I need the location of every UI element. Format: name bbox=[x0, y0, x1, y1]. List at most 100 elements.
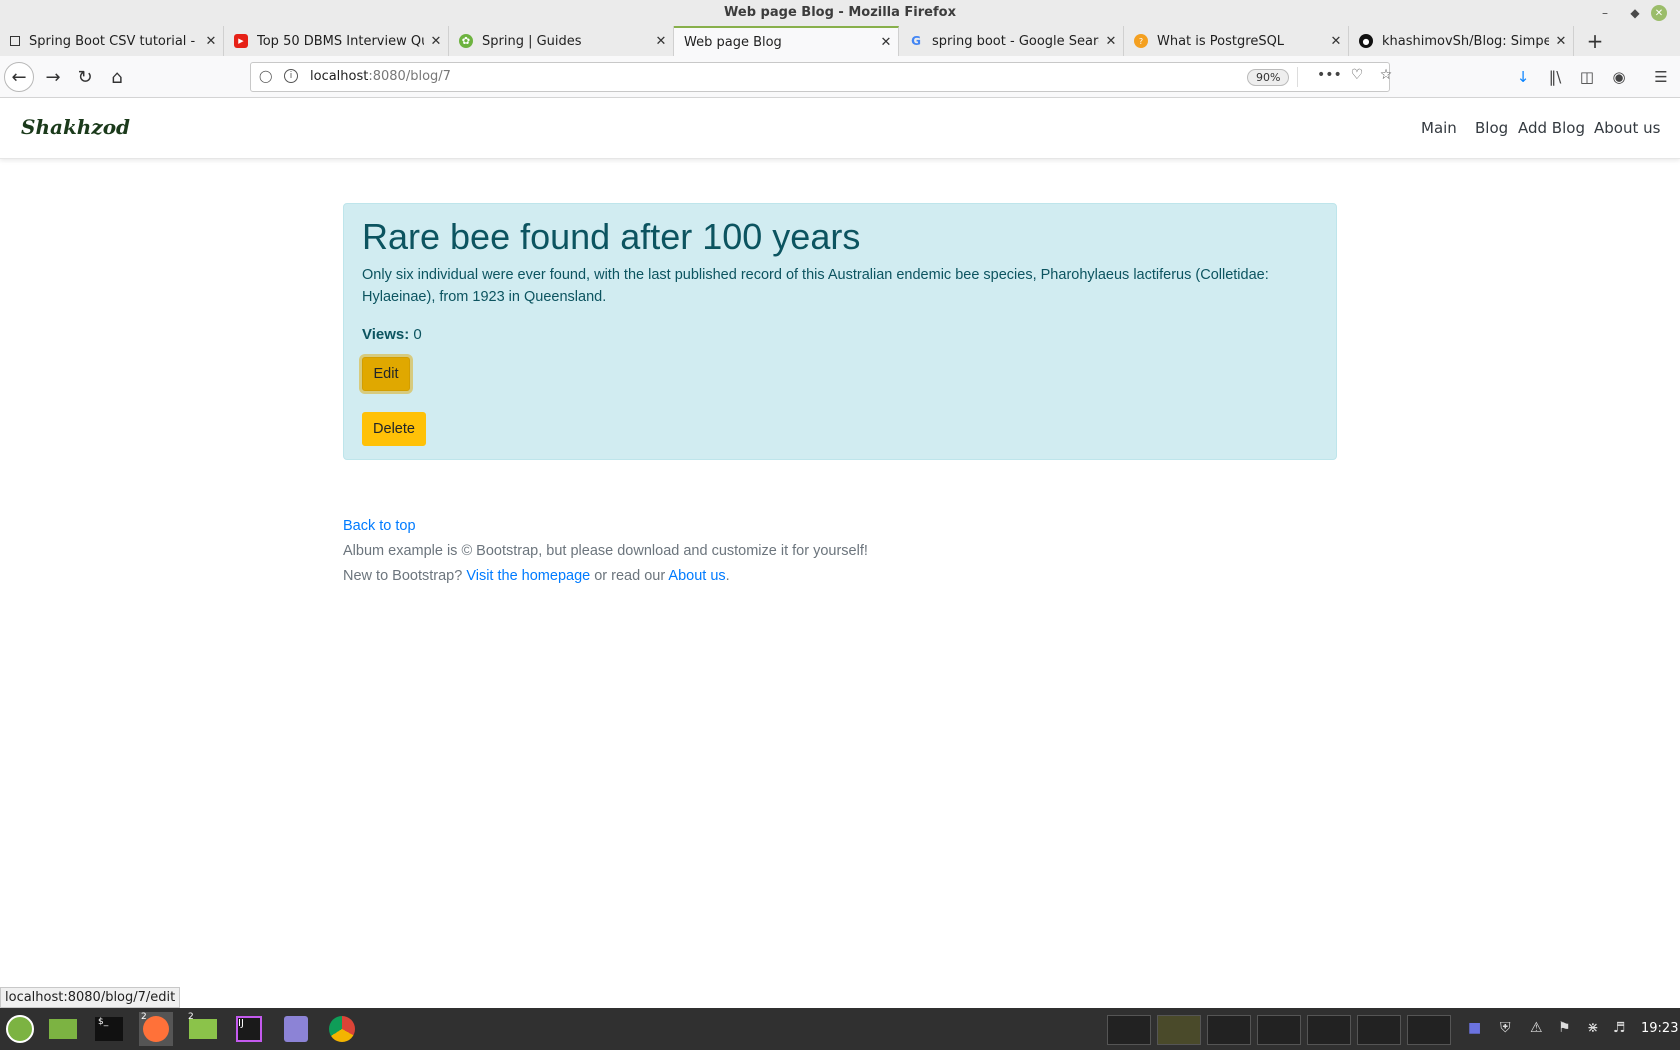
url-path: :8080/blog/7 bbox=[368, 69, 451, 84]
footer-bootstrap-line: New to Bootstrap? Visit the homepage or … bbox=[343, 568, 730, 584]
nav-link-main[interactable]: Main bbox=[1421, 119, 1457, 137]
delete-button[interactable]: Delete bbox=[362, 412, 426, 446]
site-header: Shakhzod Main Blog Add Blog About us bbox=[0, 98, 1680, 159]
tab-label: Spring | Guides bbox=[482, 33, 582, 49]
tab-label: spring boot - Google Searc bbox=[932, 33, 1099, 49]
tab-label: khashimovSh/Blog: Simpe bbox=[1382, 33, 1549, 49]
forward-arrow-icon[interactable]: → bbox=[38, 62, 68, 92]
tab-spring-guides[interactable]: ✿ Spring | Guides ✕ bbox=[449, 26, 674, 56]
tab-spring-boot-csv[interactable]: Spring Boot CSV tutorial - s ✕ bbox=[0, 26, 224, 56]
terminal-icon[interactable]: $_ bbox=[92, 1012, 126, 1046]
views-label: Views: bbox=[362, 326, 410, 343]
back-to-top-link[interactable]: Back to top bbox=[343, 518, 416, 534]
tab-web-page-blog[interactable]: Web page Blog ✕ bbox=[674, 26, 899, 56]
teams-icon[interactable]: ■ bbox=[1468, 1020, 1481, 1036]
close-tab-icon[interactable]: ✕ bbox=[1324, 34, 1348, 49]
close-tab-icon[interactable]: ✕ bbox=[874, 35, 898, 50]
hamburger-menu-icon[interactable]: ☰ bbox=[1650, 68, 1672, 88]
tracking-shield-icon[interactable]: ◯ bbox=[259, 69, 272, 83]
navigation-toolbar: ← → ↻ ⌂ ◯ i localhost:8080/blog/7 90% ••… bbox=[0, 56, 1680, 98]
nav-link-blog[interactable]: Blog bbox=[1475, 119, 1508, 137]
cpu-monitor-graph bbox=[1107, 1015, 1151, 1045]
close-tab-icon[interactable]: ✕ bbox=[649, 34, 673, 49]
file-manager-icon[interactable]: 2 bbox=[186, 1012, 220, 1046]
memory-monitor-graph bbox=[1157, 1015, 1201, 1045]
library-icon[interactable]: ‖\ bbox=[1544, 68, 1566, 88]
close-tab-icon[interactable]: ✕ bbox=[199, 34, 223, 49]
intellij-icon[interactable]: IJ bbox=[232, 1012, 266, 1046]
downloads-icon[interactable]: ↓ bbox=[1512, 68, 1534, 88]
google-icon: G bbox=[911, 34, 921, 48]
tab-label: Web page Blog bbox=[684, 34, 782, 50]
firefox-app-icon[interactable]: 2 bbox=[139, 1012, 173, 1046]
site-brand[interactable]: Shakhzod bbox=[21, 115, 130, 139]
edit-button[interactable]: Edit bbox=[362, 357, 410, 391]
pocket-icon[interactable]: ♡ bbox=[1346, 67, 1368, 87]
reload-icon[interactable]: ↻ bbox=[70, 62, 100, 92]
maximize-icon[interactable]: ◆ bbox=[1624, 2, 1646, 24]
status-bar-url: localhost:8080/blog/7/edit bbox=[0, 987, 181, 1008]
post-views: Views: 0 bbox=[362, 326, 422, 343]
footer-suffix: . bbox=[725, 568, 730, 584]
footer-copyright: Album example is © Bootstrap, but please… bbox=[343, 543, 868, 559]
warning-icon[interactable]: ⚠ bbox=[1530, 1020, 1543, 1036]
zoom-level-badge[interactable]: 90% bbox=[1247, 69, 1290, 86]
network-out-graph bbox=[1257, 1015, 1301, 1045]
close-tab-icon[interactable]: ✕ bbox=[1549, 34, 1573, 49]
bookmark-star-icon[interactable]: ☆ bbox=[1375, 67, 1397, 87]
show-desktop-icon[interactable] bbox=[46, 1012, 80, 1046]
network-in-graph bbox=[1207, 1015, 1251, 1045]
sidebar-icon[interactable]: ◫ bbox=[1576, 68, 1598, 88]
disk-read-graph bbox=[1307, 1015, 1351, 1045]
address-bar[interactable]: ◯ i localhost:8080/blog/7 90% ••• ♡ ☆ bbox=[250, 62, 1392, 92]
footer-middle: or read our bbox=[594, 568, 666, 584]
blog-post-card: Rare bee found after 100 years Only six … bbox=[343, 203, 1337, 460]
site-info-icon[interactable]: i bbox=[284, 69, 298, 83]
text-editor-icon[interactable] bbox=[279, 1012, 313, 1046]
url-text[interactable]: localhost:8080/blog/7 bbox=[310, 69, 451, 84]
account-icon[interactable]: ◉ bbox=[1608, 68, 1630, 88]
footer-prefix: New to Bootstrap? bbox=[343, 568, 463, 584]
volume-icon[interactable]: ♬ bbox=[1613, 1020, 1626, 1036]
tab-label: What is PostgreSQL bbox=[1157, 33, 1285, 49]
close-tab-icon[interactable]: ✕ bbox=[1099, 34, 1123, 49]
post-title: Rare bee found after 100 years bbox=[362, 216, 861, 257]
spring-leaf-icon: ✿ bbox=[459, 34, 473, 48]
shield-icon[interactable]: ⛨ bbox=[1500, 1020, 1511, 1036]
minimize-icon[interactable]: – bbox=[1594, 2, 1616, 24]
url-host: localhost bbox=[310, 69, 369, 84]
chrome-icon[interactable] bbox=[325, 1012, 359, 1046]
views-count: 0 bbox=[413, 326, 422, 343]
tab-label: Spring Boot CSV tutorial - s bbox=[29, 33, 199, 49]
post-body: Only six individual were ever found, wit… bbox=[362, 267, 1269, 305]
nav-link-about-us[interactable]: About us bbox=[1594, 119, 1660, 137]
tab-label: Top 50 DBMS Interview Qu bbox=[257, 33, 424, 49]
battery-graph bbox=[1407, 1015, 1451, 1045]
close-window-icon[interactable]: ✕ bbox=[1651, 5, 1667, 21]
window-title: Web page Blog - Mozilla Firefox bbox=[724, 5, 956, 20]
us-flag-icon[interactable]: ⚑ bbox=[1558, 1020, 1571, 1036]
tab-postgresql[interactable]: ? What is PostgreSQL ✕ bbox=[1124, 26, 1349, 56]
mint-menu-icon[interactable] bbox=[3, 1012, 37, 1046]
disk-write-graph bbox=[1357, 1015, 1401, 1045]
page-icon bbox=[10, 36, 20, 46]
tab-strip: Spring Boot CSV tutorial - s ✕ ▶ Top 50 … bbox=[0, 26, 1680, 56]
new-tab-icon[interactable]: + bbox=[1582, 28, 1608, 54]
taskbar: $_ 2 2 IJ ■ ⛨ ⚠ ⚑ ⋇ ♬ 19:23 bbox=[0, 1008, 1680, 1050]
tab-github-blog[interactable]: ● khashimovSh/Blog: Simpe ✕ bbox=[1349, 26, 1574, 56]
tab-google-search[interactable]: G spring boot - Google Searc ✕ bbox=[899, 26, 1124, 56]
back-arrow-icon[interactable]: ← bbox=[4, 62, 34, 92]
urlbar-divider bbox=[1297, 67, 1298, 87]
nav-link-add-blog[interactable]: Add Blog bbox=[1518, 119, 1585, 137]
window-titlebar: Web page Blog - Mozilla Firefox – ◆ ✕ bbox=[0, 0, 1680, 26]
page-viewport: Shakhzod Main Blog Add Blog About us Rar… bbox=[0, 98, 1680, 1008]
postgres-icon: ? bbox=[1134, 34, 1148, 48]
about-us-link[interactable]: About us bbox=[668, 568, 725, 584]
page-actions-icon[interactable]: ••• bbox=[1317, 67, 1342, 87]
wifi-icon[interactable]: ⋇ bbox=[1587, 1020, 1599, 1036]
home-icon[interactable]: ⌂ bbox=[102, 62, 132, 92]
close-tab-icon[interactable]: ✕ bbox=[424, 34, 448, 49]
taskbar-clock[interactable]: 19:23 bbox=[1641, 1021, 1678, 1036]
tab-dbms-interview[interactable]: ▶ Top 50 DBMS Interview Qu ✕ bbox=[224, 26, 449, 56]
visit-homepage-link[interactable]: Visit the homepage bbox=[466, 568, 590, 584]
